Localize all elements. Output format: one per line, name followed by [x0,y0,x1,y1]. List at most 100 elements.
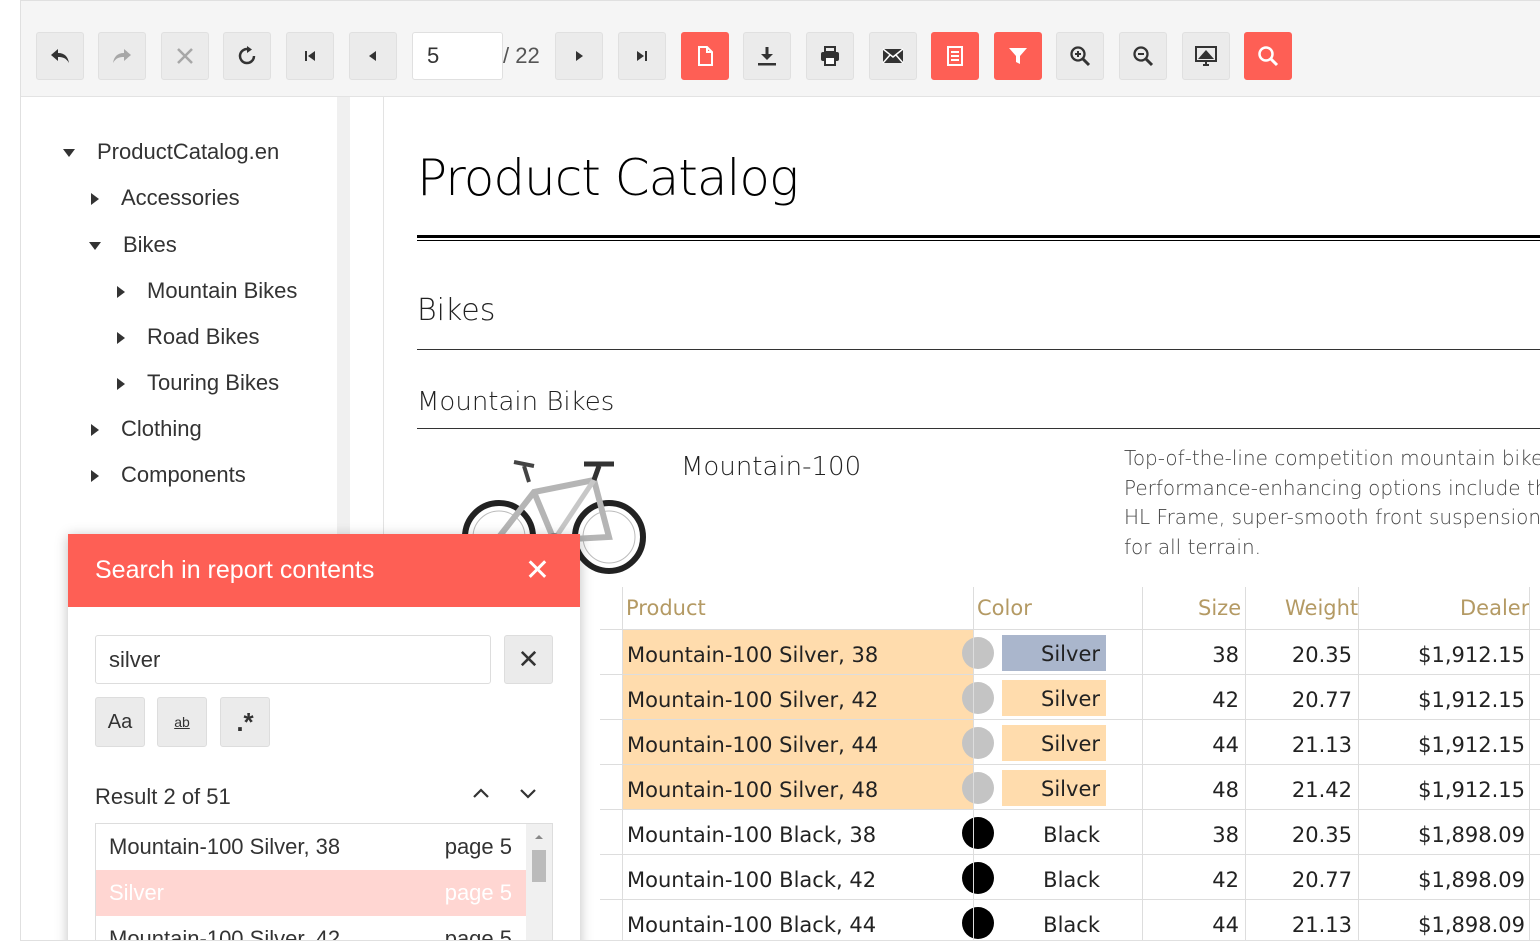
cell-size: 48 [1212,778,1239,802]
tree-item-bikes[interactable]: Bikes [89,230,177,260]
undo-button[interactable] [36,32,84,80]
cell-product: Mountain-100 Silver, 48 [622,765,973,809]
cell-dealer: $1,898.09 [1418,913,1525,937]
toolbar: 5 / 22 [21,1,1540,97]
cell-weight: 21.13 [1291,913,1352,937]
cell-weight: 21.42 [1291,778,1352,802]
tree-label: Touring Bikes [147,370,280,395]
redo-button[interactable] [98,32,146,80]
table-row: Mountain-100 Silver, 38 Silver 38 20.35 $1,9… [600,629,1540,675]
tree-item-clothing[interactable]: Clothing [91,414,202,444]
print-button[interactable] [806,32,854,80]
search-result-item-selected[interactable]: Silver page 5 [96,870,526,916]
column-header-size: Size [1198,596,1242,620]
results-scrollbar[interactable] [526,824,552,940]
close-search-button[interactable]: ✕ [525,534,550,607]
prev-icon [369,51,376,61]
next-page-button[interactable] [555,32,603,80]
color-swatch [962,817,994,849]
single-page-button[interactable] [681,32,729,80]
cell-color: Black [1043,868,1100,892]
printer-icon [821,46,839,66]
search-button[interactable] [1244,32,1292,80]
result-counter: Result 2 of 51 [95,784,231,809]
refresh-button[interactable] [223,32,271,80]
filter-icon [1009,48,1027,64]
document-list-icon [947,46,963,66]
table-row: Mountain-100 Black, 44 Black 44 21.13 $1,898… [600,899,1540,940]
tree-item-root[interactable]: ProductCatalog.en [63,137,279,167]
first-page-button[interactable] [286,32,334,80]
tree-item-components[interactable]: Components [91,460,246,490]
match-case-button[interactable]: Aa [95,697,145,747]
cell-color: Silver [1002,635,1106,671]
tree-item-road-bikes[interactable]: Road Bikes [117,322,260,352]
clear-search-button[interactable]: ✕ [504,635,553,684]
tree-label: Components [121,462,246,487]
zoom-in-icon [1070,46,1091,67]
chevron-right-icon [91,193,99,206]
subcategory-heading: Mountain Bikes [417,387,615,417]
grid-line [1245,587,1246,940]
download-button[interactable] [743,32,791,80]
cell-weight: 20.77 [1291,868,1352,892]
model-description: Top-of-the-line competition mountain bik… [1124,444,1540,562]
cell-weight: 20.77 [1291,688,1352,712]
cell-size: 38 [1212,823,1239,847]
cell-dealer: $1,912.15 [1418,733,1525,757]
fullscreen-button[interactable] [1182,32,1230,80]
result-page: page 5 [444,880,512,905]
cell-size: 38 [1212,643,1239,667]
cell-product: Mountain-100 Silver, 44 [622,720,973,764]
cell-product: Mountain-100 Black, 44 [627,913,877,937]
chevron-right-icon [91,470,99,483]
stop-button[interactable] [161,32,209,80]
prev-page-button[interactable] [349,32,397,80]
zoom-out-button[interactable] [1119,32,1167,80]
cell-dealer: $1,898.09 [1418,868,1525,892]
whole-word-button[interactable]: ab [157,697,207,747]
table-row: Mountain-100 Black, 42 Black 42 20.77 $1,898… [600,854,1540,900]
search-input[interactable]: silver [95,635,491,684]
tree-label: ProductCatalog.en [97,139,280,164]
table-row: Mountain-100 Black, 38 Black 38 20.35 $1,898… [600,809,1540,855]
cell-weight: 21.13 [1291,733,1352,757]
grid-line [973,587,974,940]
download-icon [758,47,776,66]
zoom-in-button[interactable] [1056,32,1104,80]
previous-result-button[interactable] [470,782,492,810]
tree-item-touring-bikes[interactable]: Touring Bikes [117,368,279,398]
zoom-out-icon [1133,46,1154,67]
last-page-icon [637,51,647,61]
divider [417,349,1540,350]
category-heading: Bikes [417,293,496,328]
filter-button[interactable] [994,32,1042,80]
column-header-color: Color [977,596,1032,620]
tree-item-accessories[interactable]: Accessories [91,183,240,213]
chevron-right-icon [117,378,125,391]
undo-icon [51,49,69,63]
tree-label: Road Bikes [147,324,260,349]
grid-line [1358,587,1359,940]
result-text: Mountain-100 Silver, 38 [109,834,341,859]
cell-size: 44 [1212,733,1239,757]
regex-button[interactable]: .* [220,697,270,747]
tree-item-mountain-bikes[interactable]: Mountain Bikes [117,276,297,306]
divider [417,428,1540,429]
email-button[interactable] [869,32,917,80]
search-result-item[interactable]: Mountain-100 Silver, 42 page 5 [96,916,526,941]
color-swatch [962,727,994,759]
column-header-weight: Weight [1285,596,1359,620]
last-page-button[interactable] [618,32,666,80]
cell-dealer: $1,912.15 [1418,778,1525,802]
tree-label: Mountain Bikes [147,278,298,303]
scroll-up-icon [535,835,543,839]
table-row: Mountain-100 Silver, 42 Silver 42 20.77 $1,9… [600,674,1540,720]
next-result-button[interactable] [517,782,539,810]
parameters-button[interactable] [931,32,979,80]
page-number-input[interactable]: 5 [412,32,503,80]
search-result-item[interactable]: Mountain-100 Silver, 38 page 5 [96,824,526,870]
result-page: page 5 [444,926,512,941]
scroll-thumb[interactable] [532,850,546,882]
redo-icon [113,49,131,63]
